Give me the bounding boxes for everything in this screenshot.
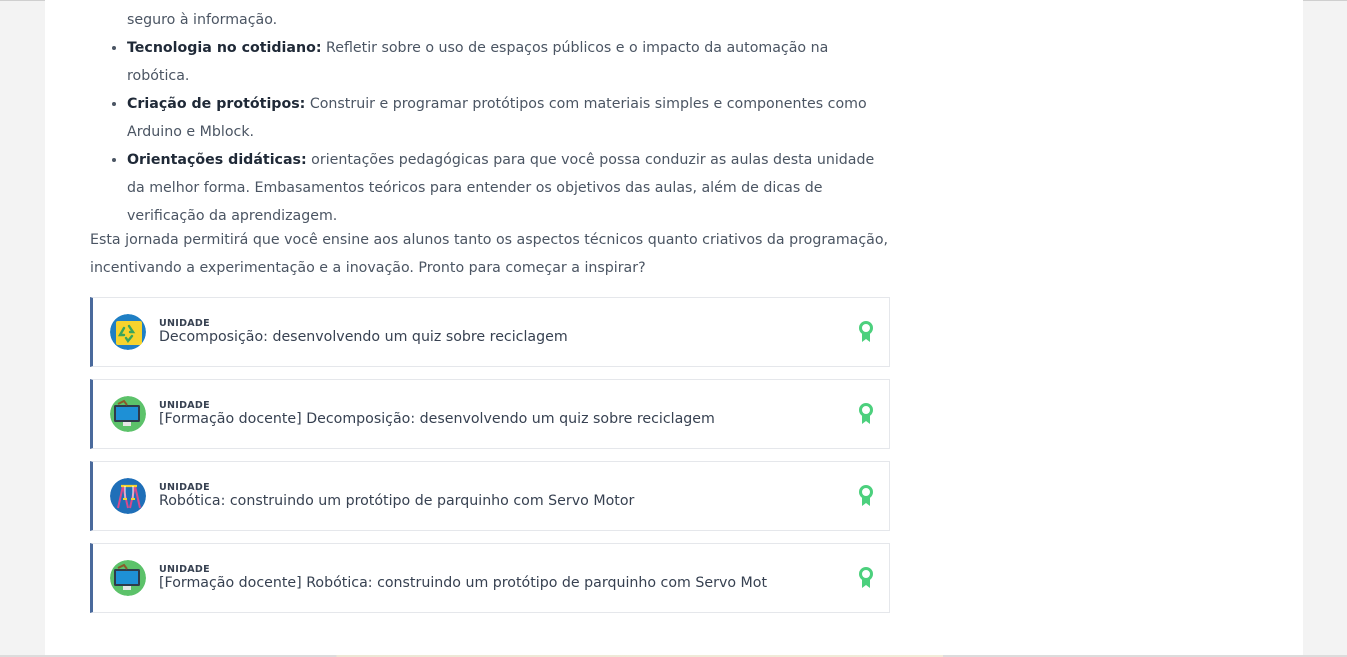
list-item: seguro à informação. bbox=[127, 6, 890, 34]
list-item-heading: Tecnologia no cotidiano: bbox=[127, 40, 322, 56]
unit-title[interactable]: Robótica: construindo um protótipo de pa… bbox=[159, 493, 634, 509]
unit-kicker: UNIDADE bbox=[159, 400, 210, 411]
intro-paragraph: Esta jornada permitirá que você ensine a… bbox=[90, 232, 889, 276]
unit-card[interactable]: UNIDADE Decomposição: desenvolvendo um q… bbox=[90, 297, 890, 367]
monitor-icon bbox=[110, 560, 146, 596]
list-item: Tecnologia no cotidiano: Refletir sobre … bbox=[127, 34, 890, 90]
award-badge-icon bbox=[859, 321, 873, 343]
list-item-heading: Orientações didáticas: bbox=[127, 152, 307, 168]
unit-title[interactable]: [Formação docente] Decomposição: desenvo… bbox=[159, 411, 715, 427]
award-badge-icon bbox=[859, 567, 873, 589]
unit-card[interactable]: UNIDADE [Formação docente] Decomposição:… bbox=[90, 379, 890, 449]
unit-kicker: UNIDADE bbox=[159, 482, 210, 493]
topics-list: seguro à informação. Tecnologia no cotid… bbox=[90, 6, 890, 230]
recycle-icon bbox=[110, 314, 146, 350]
list-item-text: seguro à informação. bbox=[127, 12, 278, 28]
unit-kicker: UNIDADE bbox=[159, 564, 210, 575]
list-item: Criação de protótipos: Construir e progr… bbox=[127, 90, 890, 146]
unit-card[interactable]: UNIDADE [Formação docente] Robótica: con… bbox=[90, 543, 890, 613]
award-badge-icon bbox=[859, 485, 873, 507]
unit-card[interactable]: UNIDADE Robótica: construindo um protóti… bbox=[90, 461, 890, 531]
list-item-heading: Criação de protótipos: bbox=[127, 96, 306, 112]
unit-title[interactable]: Decomposição: desenvolvendo um quiz sobr… bbox=[159, 329, 568, 345]
unit-title[interactable]: [Formação docente] Robótica: construindo… bbox=[159, 575, 767, 591]
monitor-icon bbox=[110, 396, 146, 432]
robotics-icon bbox=[110, 478, 146, 514]
award-badge-icon bbox=[859, 403, 873, 425]
unit-kicker: UNIDADE bbox=[159, 318, 210, 329]
lesson-content: seguro à informação. Tecnologia no cotid… bbox=[90, 0, 890, 276]
list-item: Orientações didáticas: orientações pedag… bbox=[127, 146, 890, 230]
